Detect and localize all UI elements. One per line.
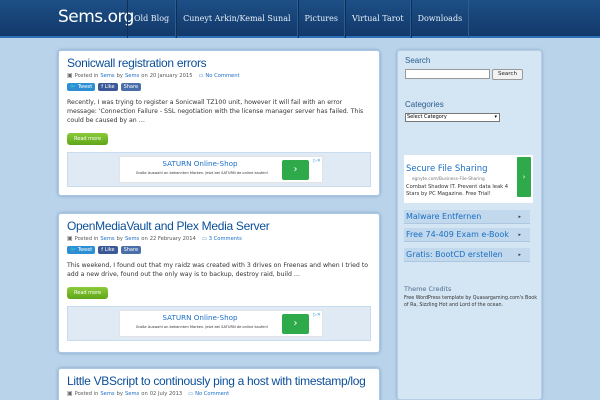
- meta-comments-link[interactable]: No Comment: [205, 73, 239, 79]
- ad-box[interactable]: SATURN Online-Shop Große Auswahl an beka…: [119, 310, 323, 337]
- sidebar-link-label: Free 74-409 Exam e-Book: [406, 230, 509, 239]
- triangle-icon: ▸: [518, 232, 521, 238]
- like-button[interactable]: f Like: [98, 83, 118, 91]
- meta-on: on: [141, 390, 148, 397]
- nav-item-pictures[interactable]: Pictures: [297, 0, 345, 38]
- like-button[interactable]: f Like: [98, 246, 118, 254]
- comment-icon: ▭: [198, 72, 204, 79]
- category-select[interactable]: Select Category ▾: [405, 113, 500, 122]
- meta-author-link[interactable]: Sems: [125, 391, 139, 397]
- post-title[interactable]: Sonicwall registration errors: [67, 56, 371, 70]
- sidebar-link-bootcd[interactable]: Gratis: BootCD erstellen ▸: [404, 248, 530, 262]
- site-header: Sems.org Old Blog Cuneyt Arkin/Kemal Sun…: [0, 0, 600, 38]
- ad-subtitle: Große Auswahl an bekannten Marken. Jetzt…: [135, 325, 269, 329]
- ad-subtitle: Große Auswahl an bekannten Marken. Jetzt…: [135, 171, 269, 175]
- sidebar-link-malware[interactable]: Malware Entfernen ▸: [404, 210, 530, 224]
- sidebar-ad-text: Combat Shadow IT. Prevent data leak 4 St…: [406, 184, 509, 197]
- ad-title[interactable]: SATURN Online-Shop: [120, 313, 280, 322]
- folder-icon: ▣: [67, 235, 73, 242]
- category-select-value: Select Category: [407, 114, 447, 120]
- ad-banner: SATURN Online-Shop Große Auswahl an beka…: [67, 306, 371, 341]
- categories-heading: Categories: [405, 100, 444, 109]
- post-excerpt: Recently, I was trying to register a Son…: [67, 99, 364, 124]
- meta-by: by: [116, 235, 124, 242]
- meta-category-link[interactable]: Sems: [100, 73, 114, 79]
- triangle-icon: ▸: [518, 214, 521, 220]
- meta-author-link[interactable]: Sems: [125, 236, 139, 242]
- sidebar-ad[interactable]: Secure File Sharing egnyte.com/Business-…: [404, 155, 533, 203]
- site-logo[interactable]: Sems.org: [58, 7, 134, 27]
- sidebar-link-label: Malware Entfernen: [406, 212, 482, 221]
- meta-posted-in: Posted in: [74, 235, 99, 242]
- comment-icon: ▭: [201, 235, 207, 242]
- search-input[interactable]: [405, 69, 490, 79]
- like-label: Like: [104, 84, 115, 90]
- post-meta: ▣ Posted in Sems by Sems on 22 February …: [67, 235, 371, 242]
- tweet-button[interactable]: 🐦 Tweet: [67, 246, 96, 254]
- meta-author-link[interactable]: Sems: [125, 73, 139, 79]
- meta-by: by: [116, 390, 124, 397]
- read-more-button[interactable]: Read more: [67, 133, 109, 145]
- sidebar-ad-url: egnyte.com/Business-File-Sharing: [412, 177, 485, 182]
- post-meta: ▣ Posted in Sems by Sems on 20 January 2…: [67, 72, 371, 79]
- ad-arrow-icon[interactable]: ›: [282, 160, 309, 180]
- tweet-label: Tweet: [77, 84, 93, 90]
- theme-credits-heading: Theme Credits: [404, 285, 452, 293]
- meta-posted-in: Posted in: [74, 72, 99, 79]
- ad-title[interactable]: SATURN Online-Shop: [120, 159, 280, 168]
- folder-icon: ▣: [67, 390, 73, 397]
- sidebar-link-label: Gratis: BootCD erstellen: [406, 250, 503, 259]
- chevron-down-icon: ▾: [494, 114, 497, 120]
- search-heading: Search: [405, 56, 431, 65]
- tweet-button[interactable]: 🐦 Tweet: [67, 83, 96, 91]
- ad-close-icon[interactable]: ▷✕: [313, 158, 321, 164]
- sidebar-ad-title[interactable]: Secure File Sharing: [406, 164, 487, 174]
- post-card: OpenMediaVault and Plex Media Server ▣ P…: [58, 213, 380, 353]
- share-button[interactable]: Share: [120, 246, 142, 254]
- ad-banner: SATURN Online-Shop Große Auswahl an beka…: [67, 152, 371, 187]
- meta-date: 02 July 2013: [149, 390, 183, 397]
- theme-credits-text: Free WordPress template by Quasargaming.…: [404, 296, 537, 308]
- share-button[interactable]: Share: [120, 83, 142, 91]
- comment-icon: ▭: [188, 390, 194, 397]
- nav-item-old-blog[interactable]: Old Blog: [127, 0, 177, 38]
- sidebar-link-exam[interactable]: Free 74-409 Exam e-Book ▸: [404, 228, 530, 242]
- nav-item-cuneyt-arkin[interactable]: Cuneyt Arkin/Kemal Sunal: [176, 0, 298, 38]
- like-label: Like: [104, 247, 115, 253]
- meta-posted-in: Posted in: [74, 390, 99, 397]
- meta-comments-link[interactable]: 3 Comments: [209, 236, 242, 242]
- meta-category-link[interactable]: Sems: [100, 236, 114, 242]
- search-button[interactable]: Search: [492, 69, 523, 80]
- ad-box[interactable]: SATURN Online-Shop Große Auswahl an beka…: [119, 156, 323, 183]
- meta-by: by: [116, 72, 124, 79]
- post-card: Sonicwall registration errors ▣ Posted i…: [58, 50, 380, 196]
- tweet-label: Tweet: [77, 247, 93, 253]
- meta-date: 20 January 2015: [149, 72, 193, 79]
- meta-category-link[interactable]: Sems: [100, 391, 114, 397]
- post-title[interactable]: OpenMediaVault and Plex Media Server: [67, 219, 371, 233]
- triangle-icon: ▸: [518, 252, 521, 258]
- post-excerpt: This weekend, I found out that my raidz …: [67, 262, 369, 278]
- meta-on: on: [141, 235, 148, 242]
- share-buttons: 🐦 Tweet f Like Share: [67, 83, 371, 91]
- meta-comments-link[interactable]: No Comment: [195, 391, 229, 397]
- ad-close-icon[interactable]: ▷✕: [313, 312, 321, 318]
- nav-item-virtual-tarot[interactable]: Virtual Tarot: [344, 0, 411, 38]
- post-title[interactable]: Little VBScript to continously ping a ho…: [67, 374, 371, 388]
- read-more-button[interactable]: Read more: [67, 287, 109, 299]
- main-nav: Old Blog Cuneyt Arkin/Kemal Sunal Pictur…: [127, 0, 470, 38]
- folder-icon: ▣: [67, 72, 73, 79]
- ad-arrow-icon[interactable]: ›: [282, 314, 309, 334]
- post-card: Little VBScript to continously ping a ho…: [58, 368, 380, 400]
- meta-date: 22 February 2014: [149, 235, 196, 242]
- sidebar-ad-arrow-icon[interactable]: ›: [517, 157, 531, 197]
- post-meta: ▣ Posted in Sems by Sems on 02 July 2013…: [67, 390, 371, 397]
- meta-on: on: [141, 72, 148, 79]
- nav-item-downloads[interactable]: Downloads: [410, 0, 470, 38]
- sidebar: Search Categories: [397, 50, 542, 400]
- share-buttons: 🐦 Tweet f Like Share: [67, 246, 371, 254]
